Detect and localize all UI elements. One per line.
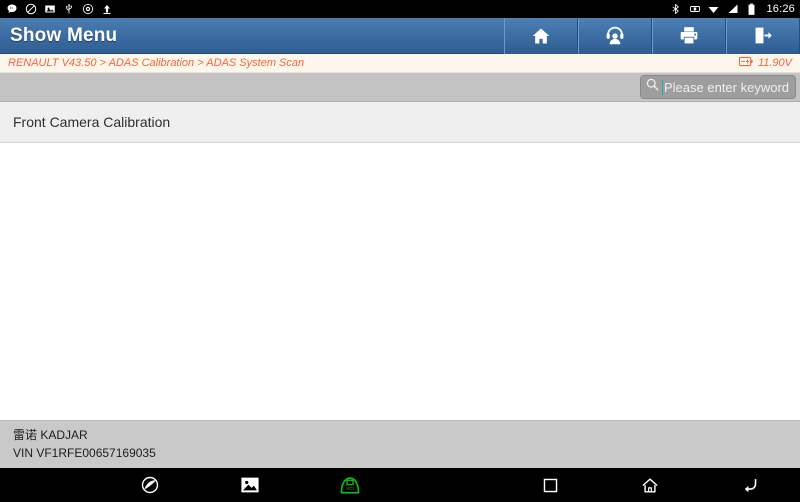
vci-connector-icon: VCI [338,475,362,495]
back-button[interactable] [700,476,800,495]
home-icon [530,26,552,46]
vehicle-vin: VIN VF1RFE00657169035 [13,446,156,460]
app-title-bar: Show Menu [0,17,800,54]
support-button[interactable] [578,17,652,54]
battery-voltage-icon [738,54,753,72]
gallery-icon [240,476,260,494]
svg-text:VCI: VCI [346,486,354,491]
recents-button[interactable] [500,477,600,494]
status-bar-left-icons [5,3,113,16]
headset-icon [604,25,626,46]
browser-icon [140,475,160,495]
app-root: 16:26 Show Menu RENAULT V43.50 > ADAS Ca… [0,0,800,502]
gallery-button[interactable] [200,476,300,494]
android-status-bar: 16:26 [0,0,800,18]
status-bar-right-icons: 16:26 [669,3,795,16]
search-input[interactable]: Please enter keyword [640,75,796,99]
back-icon [740,476,760,495]
battery-voltage-value: 11.90V [757,57,792,69]
no-entry-icon [24,3,37,16]
battery-icon [745,3,758,16]
screen-rotation-icon [688,3,701,16]
list-item[interactable]: Front Camera Calibration [0,102,800,143]
list-item-label: Front Camera Calibration [13,114,171,130]
cellular-signal-icon [726,3,739,16]
android-home-icon [640,476,660,495]
exit-button[interactable] [726,17,800,54]
chat-bubble-icon [5,3,18,16]
bluetooth-icon [669,3,682,16]
vehicle-info-footer: 雷诺 KADJAR VIN VF1RFE00657169035 [0,420,800,468]
exit-door-icon [752,25,774,46]
android-nav-bar: VCI [0,468,800,502]
usb-icon [62,3,75,16]
breadcrumb: RENAULT V43.50 > ADAS Calibration > ADAS… [0,54,800,73]
search-icon[interactable] [645,77,660,97]
home-button[interactable] [504,17,578,54]
menu-list: Front Camera Calibration [0,102,800,420]
android-home-button[interactable] [600,476,700,495]
text-caret [662,79,663,95]
upload-arrow-icon [100,3,113,16]
breadcrumb-path[interactable]: RENAULT V43.50 > ADAS Calibration > ADAS… [8,57,304,69]
recents-icon [542,477,559,494]
search-placeholder: Please enter keyword [664,79,790,95]
page-title: Show Menu [10,24,118,46]
vehicle-model: 雷诺 KADJAR [13,428,88,442]
wifi-icon [707,3,720,16]
browser-button[interactable] [100,475,200,495]
status-bar-clock: 16:26 [766,3,795,15]
screenshot-icon [43,3,56,16]
search-bar-row: Please enter keyword [0,73,800,102]
vci-button[interactable]: VCI [300,475,400,495]
printer-icon [678,25,700,46]
toolbar-actions [504,17,800,54]
print-button[interactable] [652,17,726,54]
bug-report-icon [81,3,94,16]
battery-voltage: 11.90V [738,54,792,72]
